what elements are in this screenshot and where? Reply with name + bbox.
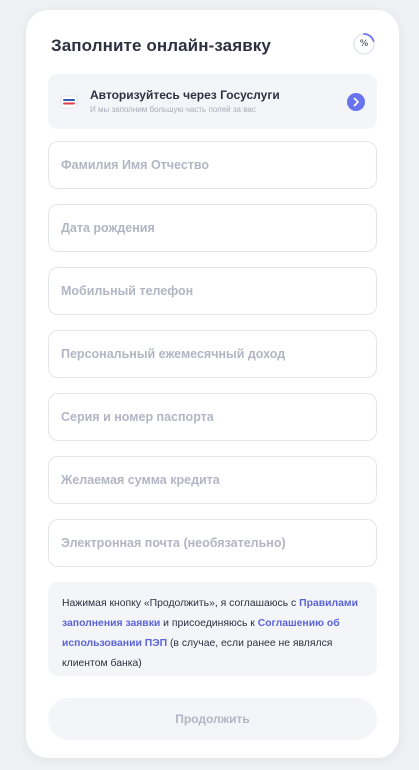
form-title: Заполните онлайн-заявку xyxy=(51,36,271,55)
passport-input[interactable] xyxy=(49,394,376,440)
full-name-field[interactable] xyxy=(48,141,377,189)
gosuslugi-title: Авторизуйтесь через Госуслуги xyxy=(90,88,280,102)
mobile-phone-field[interactable] xyxy=(48,267,377,315)
passport-field[interactable] xyxy=(48,393,377,441)
loan-amount-field[interactable] xyxy=(48,456,377,504)
continue-button[interactable]: Продолжить xyxy=(48,698,377,740)
mobile-phone-input[interactable] xyxy=(49,268,376,314)
gosuslugi-logo-icon xyxy=(60,95,78,109)
gosuslugi-subtitle: И мы заполним большую часть полей за вас xyxy=(90,105,256,114)
full-name-input[interactable] xyxy=(49,142,376,188)
progress-indicator: % xyxy=(352,32,376,56)
monthly-income-field[interactable] xyxy=(48,330,377,378)
monthly-income-input[interactable] xyxy=(49,331,376,377)
email-input[interactable] xyxy=(49,520,376,566)
gosuslugi-login-banner[interactable]: Авторизуйтесь через Госуслуги И мы запол… xyxy=(48,74,377,129)
chevron-right-icon[interactable] xyxy=(347,93,365,111)
birth-date-input[interactable] xyxy=(49,205,376,251)
loan-amount-input[interactable] xyxy=(49,457,376,503)
birth-date-field[interactable] xyxy=(48,204,377,252)
consent-notice: Нажимая кнопку «Продолжить», я соглашаюс… xyxy=(48,582,377,676)
consent-text-1: Нажимая кнопку «Продолжить», я соглашаюс… xyxy=(62,598,300,609)
progress-percent-label: % xyxy=(359,39,369,49)
application-form-card: Заполните онлайн-заявку % Авторизуйтесь … xyxy=(26,10,399,758)
consent-text-2: и присоединяюсь к xyxy=(160,618,258,629)
email-field[interactable] xyxy=(48,519,377,567)
